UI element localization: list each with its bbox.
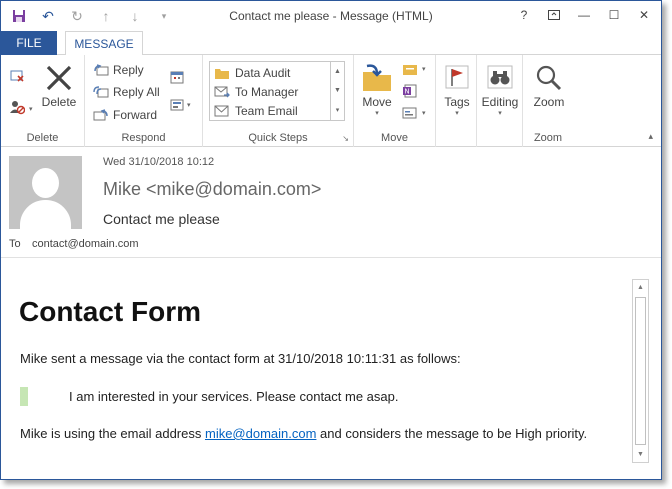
binoculars-icon [482,61,518,95]
ribbon-tabs: FILE MESSAGE [1,31,661,56]
more-respond-dropdown-icon[interactable]: ▾ [187,101,191,109]
reply-icon [93,62,109,78]
folder-icon [214,65,230,81]
tags-group: Tags ▾ [436,55,477,147]
zoom-button[interactable]: Zoom [529,61,569,109]
scroll-down-icon[interactable]: ▼ [633,447,648,462]
quick-step-team-email[interactable]: Team Email [214,101,298,120]
maximize-button[interactable]: ☐ [603,5,625,25]
quick-steps-gallery: Data Audit To Manager Team Email ▲ ▼ ▾ [209,61,345,121]
message-body: Contact Form Mike sent a message via the… [1,259,661,479]
avatar [9,156,82,229]
quote-bar [20,387,28,406]
sender-email-link[interactable]: mike@domain.com [205,426,316,441]
close-button[interactable]: ✕ [633,5,655,25]
rules-icon[interactable] [402,61,418,77]
message-subject: Contact me please [103,211,220,227]
reply-all-icon [93,84,109,100]
reply-all-button[interactable]: Reply All [93,82,160,102]
move-group: Move ▾ ▾ N ▾ Move [354,55,436,147]
chevron-up-icon[interactable]: ▲ [334,68,341,75]
body-title: Contact Form [19,296,201,327]
flag-icon [439,61,475,95]
forward-icon [93,107,109,123]
envelope-icon [214,103,230,119]
quick-steps-launcher-icon[interactable]: ↘ [342,134,349,143]
quick-step-data-audit[interactable]: Data Audit [214,63,290,82]
message-window: ↶ ↻ ↑ ↓ ▾ Contact me please - Message (H… [0,0,662,480]
window-controls: ? — ☐ ✕ [513,5,655,25]
delete-group-label: Delete [26,132,59,144]
quick-steps-group-label: Quick Steps [248,132,308,144]
quick-step-to-manager[interactable]: To Manager [214,82,298,101]
tab-message[interactable]: MESSAGE [65,31,143,56]
body-paragraph-end: and considers the message to be High pri… [316,426,588,441]
onenote-icon[interactable]: N [402,83,418,99]
ribbon: ▾ Delete Delete Reply Reply All Forward … [1,55,661,147]
actions-icon[interactable] [402,105,418,121]
help-button[interactable]: ? [513,5,535,25]
vertical-scrollbar[interactable]: ▲ ▼ [632,279,649,463]
body-paragraph-start: Mike is using the email address [20,426,205,441]
editing-group: Editing ▾ [477,55,523,147]
move-folder-icon [359,61,395,95]
delete-x-icon [41,61,77,95]
meeting-icon[interactable] [169,69,185,85]
delete-button[interactable]: Delete [41,61,77,109]
editing-button[interactable]: Editing ▾ [481,61,519,117]
junk-dropdown-icon[interactable]: ▾ [29,105,33,113]
respond-group-label: Respond [121,132,166,144]
expand-gallery-icon[interactable]: ▾ [336,106,340,114]
title-bar: ↶ ↻ ↑ ↓ ▾ Contact me please - Message (H… [1,1,661,31]
tab-file[interactable]: FILE [1,31,57,55]
message-date: Wed 31/10/2018 10:12 [103,156,215,168]
collapse-ribbon-icon[interactable]: ▴ [648,131,653,142]
forward-button[interactable]: Forward [93,105,157,125]
scroll-up-icon[interactable]: ▲ [633,280,648,295]
magnifier-icon [531,61,567,95]
message-sender[interactable]: Mike <mike@domain.com> [103,179,321,200]
quick-steps-scroll[interactable]: ▲ ▼ ▾ [330,62,344,120]
chevron-down-icon[interactable]: ▼ [334,87,341,94]
body-paragraph: Mike is using the email address mike@dom… [20,426,587,441]
delete-group: ▾ Delete Delete [1,55,85,147]
respond-group: Reply Reply All Forward ▾ Respond [85,55,203,147]
move-button[interactable]: Move ▾ [359,61,395,117]
move-group-label: Move [381,132,408,144]
reply-button[interactable]: Reply [93,60,144,80]
zoom-group-label: Zoom [533,132,563,144]
ignore-icon[interactable] [9,67,25,83]
more-respond-icon[interactable] [169,97,185,113]
quick-steps-group: Data Audit To Manager Team Email ▲ ▼ ▾ Q… [203,55,354,147]
to-label: To [9,238,21,250]
ribbon-display-options-button[interactable] [543,5,565,25]
svg-text:N: N [404,88,409,96]
to-recipient[interactable]: contact@domain.com [32,238,139,250]
body-intro: Mike sent a message via the contact form… [20,351,461,366]
forward-envelope-icon [214,84,230,100]
minimize-button[interactable]: — [573,5,595,25]
message-header: Wed 31/10/2018 10:12 Mike <mike@domain.c… [1,148,661,258]
tags-button[interactable]: Tags ▾ [439,61,475,117]
junk-icon[interactable] [9,99,25,115]
scroll-thumb[interactable] [635,297,646,445]
zoom-group: Zoom Zoom [523,55,573,147]
body-quote: I am interested in your services. Please… [69,389,399,404]
